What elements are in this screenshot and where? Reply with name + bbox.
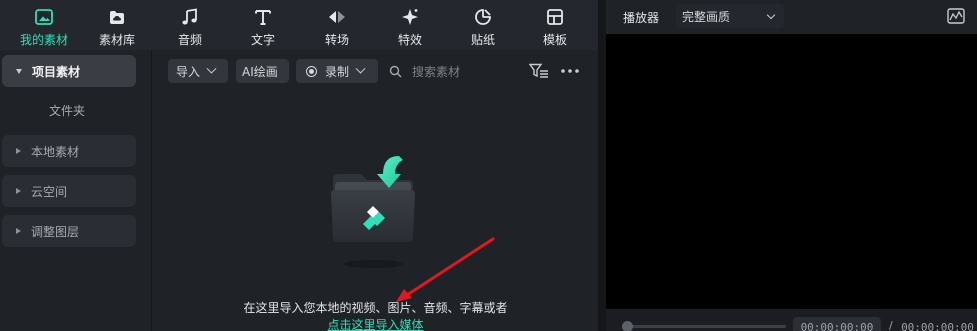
music-note-icon	[182, 8, 197, 25]
more-options-icon[interactable]	[561, 69, 579, 73]
player-header: 播放器 完整画质	[606, 0, 977, 34]
sidebar-item-folder[interactable]: 文件夹	[0, 102, 134, 119]
sidebar-item-cloud-space[interactable]: 云空间	[2, 175, 136, 207]
search-input[interactable]: 搜索素材	[389, 59, 460, 83]
chevron-down-icon	[206, 63, 217, 74]
import-label: 导入	[176, 64, 201, 79]
sidebar-item-label: 调整图层	[31, 224, 80, 239]
tab-label: 贴纸	[470, 33, 495, 47]
record-icon	[306, 65, 317, 77]
sticker-icon	[475, 9, 491, 25]
quality-dropdown[interactable]: 完整画质	[676, 4, 784, 28]
tab-stickers[interactable]: 贴纸	[446, 0, 520, 50]
media-panel: 我的素材 素材库 音频 文字 转场 特效 贴纸 模板 项目素材 文件夹 本地素材…	[0, 0, 598, 331]
tab-audio[interactable]: 音频	[153, 0, 227, 50]
tab-transition[interactable]: 转场	[300, 0, 374, 50]
media-sidebar: 项目素材 文件夹 本地素材 云空间 调整图层	[0, 50, 152, 331]
ai-paint-label: AI绘画	[242, 64, 278, 79]
template-icon	[547, 9, 563, 25]
sidebar-item-adjustment-layer[interactable]: 调整图层	[2, 215, 136, 247]
import-dropdown[interactable]: 导入	[168, 59, 228, 83]
scope-icon[interactable]	[947, 8, 965, 24]
tab-templates[interactable]: 模板	[518, 0, 592, 50]
chevron-down-icon	[355, 63, 366, 74]
effects-icon	[402, 9, 418, 25]
top-toolbar: 我的素材 素材库 音频 文字 转场 特效 贴纸 模板	[0, 0, 598, 50]
search-icon	[389, 65, 402, 77]
panel-divider[interactable]	[598, 0, 606, 331]
tab-text[interactable]: 文字	[226, 0, 300, 50]
tab-label: 特效	[397, 33, 422, 47]
text-icon	[255, 10, 271, 25]
sidebar-item-local-media[interactable]: 本地素材	[2, 135, 136, 167]
caret-down-icon	[16, 68, 22, 74]
player-title: 播放器	[623, 11, 660, 25]
player-footer: 00:00:00:00 / 00:00:00:00	[606, 309, 977, 331]
ai-paint-button[interactable]: AI绘画	[236, 59, 289, 83]
cloud-library-icon	[110, 11, 124, 24]
transition-icon	[329, 11, 345, 23]
sidebar-item-label: 项目素材	[32, 64, 81, 79]
import-folder-icon[interactable]	[325, 154, 421, 274]
sidebar-item-label: 本地素材	[31, 144, 80, 159]
timecode-separator: /	[889, 319, 893, 331]
tab-library[interactable]: 素材库	[80, 0, 154, 50]
progress-track[interactable]	[626, 325, 786, 328]
media-action-bar: 导入 AI绘画 录制 搜索素材	[153, 50, 598, 92]
tab-label: 素材库	[98, 33, 135, 47]
tab-effects[interactable]: 特效	[373, 0, 447, 50]
record-label: 录制	[325, 64, 350, 79]
chevron-down-icon	[766, 10, 776, 20]
caret-right-icon	[16, 188, 21, 194]
tab-label: 音频	[177, 33, 202, 47]
quality-label: 完整画质	[682, 9, 731, 24]
tab-label: 模板	[542, 33, 567, 47]
tab-label: 文字	[250, 33, 275, 47]
import-media-link[interactable]: 点击这里导入媒体	[153, 316, 598, 331]
total-timecode: 00:00:00:00	[901, 320, 974, 331]
empty-state-hint: 在这里导入您本地的视频、图片、音频、字幕或者	[243, 301, 508, 315]
caret-right-icon	[16, 148, 21, 154]
tab-my-media[interactable]: 我的素材	[7, 0, 81, 50]
media-icon	[35, 9, 53, 25]
tab-label: 转场	[324, 33, 349, 47]
current-timecode[interactable]: 00:00:00:00	[793, 317, 881, 331]
sidebar-item-project-media[interactable]: 项目素材	[2, 55, 136, 87]
record-dropdown[interactable]: 录制	[296, 59, 378, 83]
search-placeholder: 搜索素材	[412, 64, 461, 79]
media-area: 导入 AI绘画 录制 搜索素材 在这里导入您本地的视频、图片、音频、字幕或者 点…	[153, 50, 598, 331]
caret-right-icon	[16, 228, 21, 234]
progress-handle[interactable]	[622, 321, 633, 331]
sidebar-item-label: 云空间	[31, 184, 68, 199]
player-panel: 播放器 完整画质 00:00:00:00 / 00:00:00:00	[606, 0, 977, 331]
tab-label: 我的素材	[19, 33, 68, 47]
filter-icon[interactable]	[529, 63, 549, 79]
